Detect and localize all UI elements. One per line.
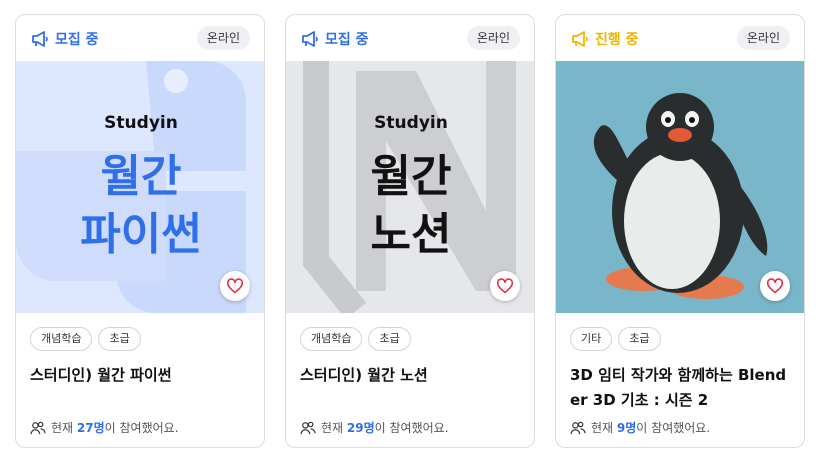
brand-text: Studyin: [374, 113, 448, 133]
megaphone-icon: [32, 31, 48, 47]
people-icon: [300, 421, 316, 434]
card-header: 진행 중 온라인: [556, 15, 804, 61]
thumbnail-image[interactable]: [556, 61, 804, 313]
study-card-python[interactable]: 모집 중 온라인 Studyin 월간 파이썬 개념학습 초급 스터디인) 월간…: [15, 14, 265, 448]
participant-count: 27명: [76, 421, 105, 435]
tag[interactable]: 기타: [570, 327, 613, 351]
thumbnail-title-line1: 월간: [371, 151, 452, 202]
thumbnail-image[interactable]: Studyin 월간 노션: [286, 61, 534, 313]
participants-info: 현재 27명이 참여했어요.: [30, 419, 179, 436]
megaphone-icon: [572, 31, 588, 47]
favorite-button[interactable]: [760, 271, 790, 301]
card-header: 모집 중 온라인: [286, 15, 534, 61]
people-icon: [570, 421, 586, 434]
status-label: 진행 중: [595, 32, 639, 48]
tag-list: 개념학습 초급: [30, 327, 141, 351]
mode-badge: 온라인: [736, 26, 790, 50]
status-label: 모집 중: [55, 32, 99, 48]
participants-info: 현재 9명이 참여했어요.: [570, 419, 710, 436]
status-badge: 모집 중: [31, 29, 99, 49]
mode-badge: 온라인: [466, 26, 520, 50]
tag[interactable]: 초급: [618, 327, 661, 351]
participants-info: 현재 29명이 참여했어요.: [300, 419, 449, 436]
thumbnail-title-line1: 월간: [101, 151, 182, 202]
participant-count: 29명: [346, 421, 375, 435]
tag[interactable]: 초급: [98, 327, 141, 351]
thumbnail-title-line2: 파이썬: [80, 209, 201, 260]
status-badge: 모집 중: [301, 29, 369, 49]
tag-list: 개념학습 초급: [300, 327, 411, 351]
card-title[interactable]: 3D 임티 작가와 함께하는 Blender 3D 기초 : 시즌 2: [570, 363, 790, 413]
card-header: 모집 중 온라인: [16, 15, 264, 61]
mode-badge: 온라인: [196, 26, 250, 50]
thumbnail-image[interactable]: Studyin 월간 파이썬: [16, 61, 264, 313]
heart-icon: [496, 278, 514, 294]
study-card-notion[interactable]: 모집 중 온라인 Studyin 월간 노션 개념학습 초급 스터디인) 월간 …: [285, 14, 535, 448]
card-title[interactable]: 스터디인) 월간 파이썬: [30, 363, 250, 388]
card-title[interactable]: 스터디인) 월간 노션: [300, 363, 520, 388]
participant-count: 9명: [616, 421, 637, 435]
status-label: 모집 중: [325, 32, 369, 48]
brand-text: Studyin: [104, 113, 178, 133]
study-card-blender[interactable]: 진행 중 온라인 기타 초급 3D 임티 작가와 함께하는 Blender 3D…: [555, 14, 805, 448]
heart-icon: [226, 278, 244, 294]
tag[interactable]: 개념학습: [300, 327, 363, 351]
megaphone-icon: [302, 31, 318, 47]
thumbnail-title-line2: 노션: [371, 209, 452, 260]
status-badge: 진행 중: [571, 29, 639, 49]
heart-icon: [766, 278, 784, 294]
favorite-button[interactable]: [220, 271, 250, 301]
favorite-button[interactable]: [490, 271, 520, 301]
tag[interactable]: 개념학습: [30, 327, 93, 351]
people-icon: [30, 421, 46, 434]
tag[interactable]: 초급: [368, 327, 411, 351]
tag-list: 기타 초급: [570, 327, 661, 351]
